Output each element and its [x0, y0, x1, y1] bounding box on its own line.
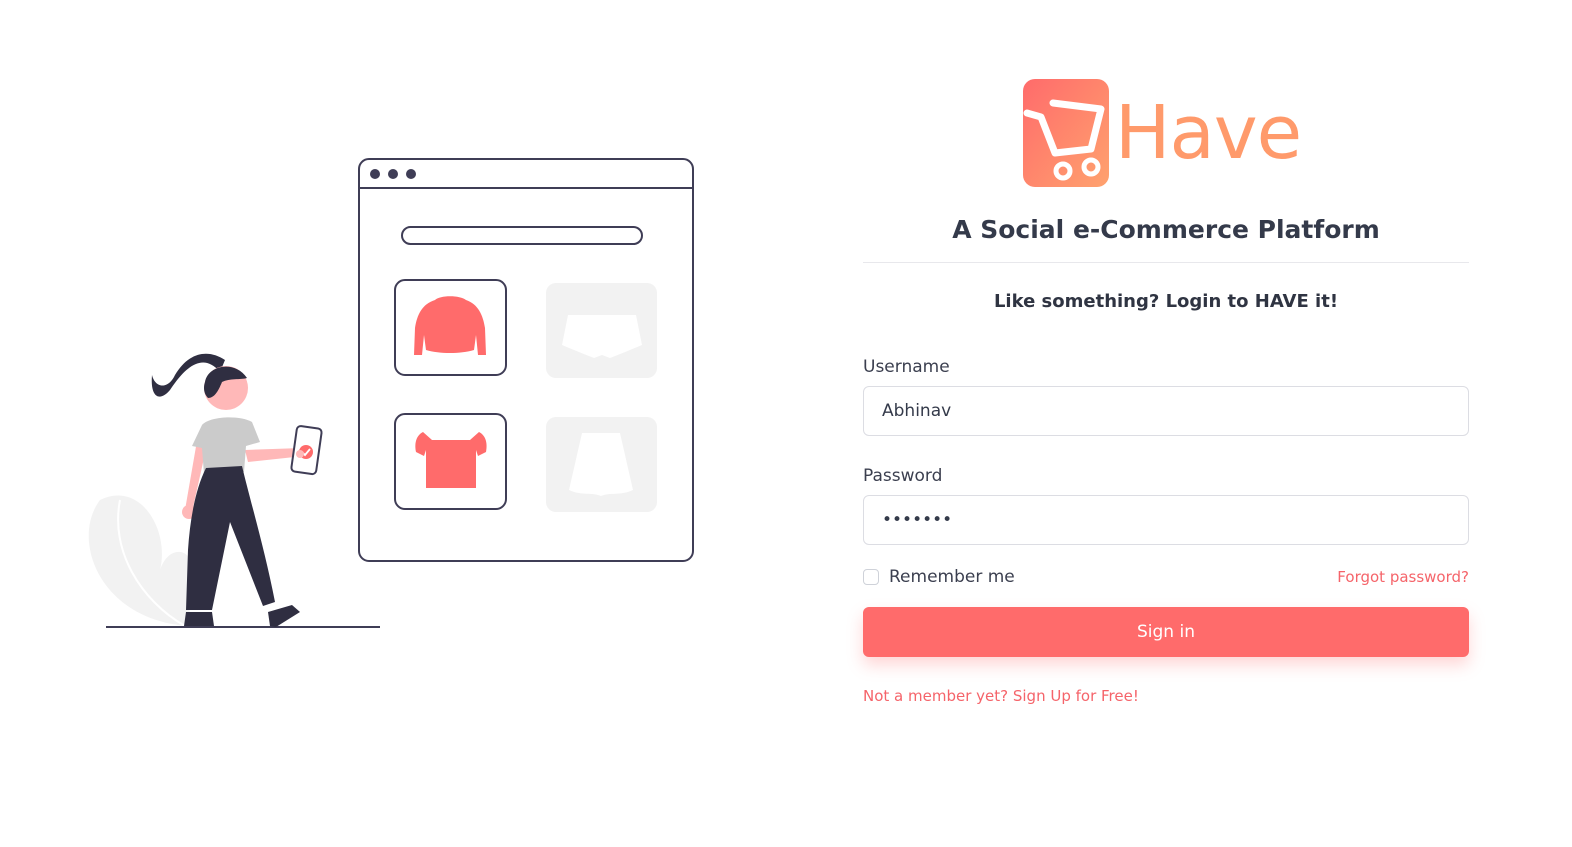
login-options: Remember me Forgot password? [863, 565, 1469, 589]
shorts-icon [546, 283, 657, 378]
username-input[interactable] [863, 386, 1469, 436]
sign-in-button[interactable]: Sign in [863, 607, 1469, 657]
divider [863, 262, 1469, 263]
brand-name: Have [1114, 90, 1302, 176]
crop-top-icon [394, 413, 507, 510]
password-label: Password [863, 466, 943, 486]
login-page: Have A Social e-Commerce Platform Like s… [0, 0, 1572, 847]
skirt-icon [546, 417, 657, 512]
login-panel: Have A Social e-Commerce Platform Like s… [863, 78, 1469, 705]
username-label: Username [863, 357, 950, 377]
leaf-icon [88, 495, 193, 627]
brand-logo: Have [855, 78, 1469, 188]
forgot-password-link[interactable]: Forgot password? [1337, 568, 1469, 586]
password-input[interactable] [863, 495, 1469, 545]
remember-me[interactable]: Remember me [863, 567, 1015, 587]
shopping-cart-icon [1022, 79, 1109, 187]
sign-up-link[interactable]: Not a member yet? Sign Up for Free! [863, 687, 1139, 705]
tagline: A Social e-Commerce Platform [952, 215, 1380, 244]
login-subtitle: Like something? Login to HAVE it! [993, 291, 1339, 312]
sweater-icon [394, 279, 507, 376]
shopping-illustration [88, 158, 694, 628]
remember-me-label: Remember me [889, 567, 1015, 587]
remember-me-checkbox[interactable] [863, 569, 879, 585]
